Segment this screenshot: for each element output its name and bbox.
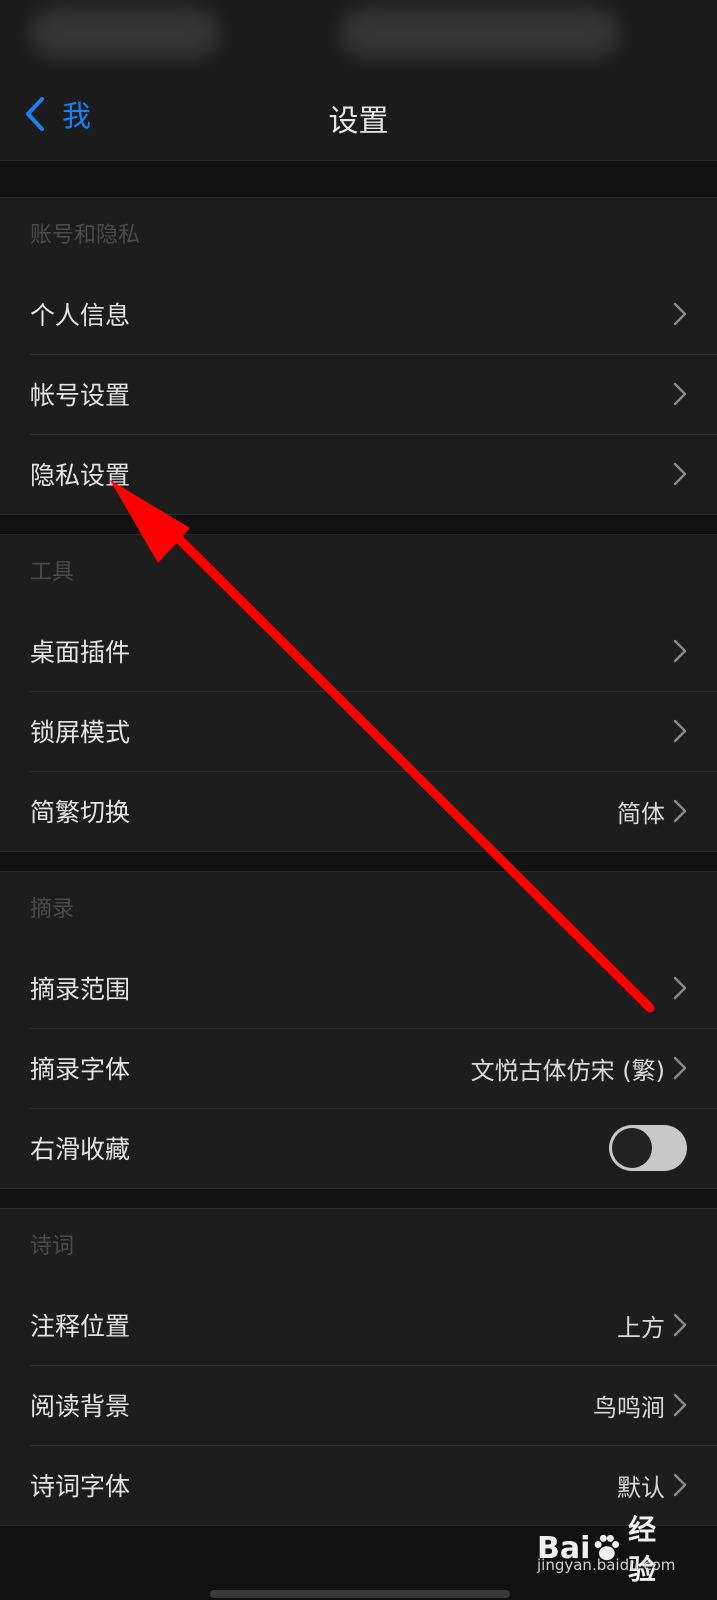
page-title: 设置 [328,104,389,139]
watermark-brand-right: 经验 [628,1513,657,1586]
row-value: 默认 [617,1473,665,1502]
section-header: 摘录 [30,897,75,922]
section-poetry: 诗词 注释位置 上方 阅读背景 鸟鸣涧 诗词字体 默认 [0,1208,717,1526]
row-label: 桌面插件 [30,638,131,667]
row-privacy-settings[interactable]: 隐私设置 [0,434,717,514]
row-lock-screen-mode[interactable]: 锁屏模式 [0,691,717,771]
swipe-favorite-toggle[interactable] [609,1125,687,1171]
chevron-right-icon [673,462,687,486]
row-label: 简繁切换 [30,798,131,827]
section-excerpt: 摘录 摘录范围 摘录字体 文悦古体仿宋 (繁) 右滑收藏 [0,871,717,1189]
row-account-settings[interactable]: 帐号设置 [0,354,717,434]
chevron-right-icon [673,1313,687,1337]
watermark-logo: Bai 经验 [537,1508,677,1588]
section-account-privacy: 账号和隐私 个人信息 帐号设置 隐私设置 [0,197,717,515]
baidu-jingyan-watermark: Bai 经验 jingyan.baidu.com [537,1508,677,1594]
row-excerpt-range[interactable]: 摘录范围 [0,948,717,1028]
navigation-bar: 我 设置 [0,68,717,161]
row-label: 锁屏模式 [30,718,131,747]
chevron-right-icon [673,639,687,663]
section-header: 账号和隐私 [30,223,141,248]
row-personal-info[interactable]: 个人信息 [0,274,717,354]
row-label: 个人信息 [30,301,131,330]
row-value: 上方 [617,1313,665,1342]
chevron-right-icon [673,799,687,823]
row-label: 诗词字体 [30,1472,131,1501]
section-tools: 工具 桌面插件 锁屏模式 简繁切换 简体 [0,534,717,852]
chevron-right-icon [673,382,687,406]
row-value: 文悦古体仿宋 (繁) [470,1056,665,1085]
row-label: 帐号设置 [30,381,131,410]
chevron-right-icon [673,1473,687,1497]
row-desktop-widget[interactable]: 桌面插件 [0,611,717,691]
row-value: 鸟鸣涧 [593,1393,665,1422]
section-header: 工具 [30,560,75,585]
blurred-status-right [340,8,620,58]
row-label: 隐私设置 [30,461,131,490]
watermark-url: jingyan.baidu.com [537,1556,676,1574]
row-script-switch[interactable]: 简繁切换 简体 [0,771,717,851]
row-label: 摘录范围 [30,975,131,1004]
status-bar [0,0,717,68]
row-annotation-position[interactable]: 注释位置 上方 [0,1285,717,1365]
row-label: 摘录字体 [30,1055,131,1084]
row-label: 阅读背景 [30,1392,131,1421]
row-label: 注释位置 [30,1312,131,1341]
row-reading-background[interactable]: 阅读背景 鸟鸣涧 [0,1365,717,1445]
chevron-right-icon [673,1393,687,1417]
chevron-right-icon [673,1056,687,1080]
section-header: 诗词 [30,1234,75,1259]
row-swipe-right-favorite: 右滑收藏 [0,1108,717,1188]
toggle-knob [612,1128,652,1168]
row-value: 简体 [617,799,665,828]
row-label: 右滑收藏 [30,1135,131,1164]
chevron-right-icon [673,976,687,1000]
home-indicator [210,1590,510,1598]
row-excerpt-font[interactable]: 摘录字体 文悦古体仿宋 (繁) [0,1028,717,1108]
blurred-status-left [30,8,220,58]
chevron-right-icon [673,719,687,743]
chevron-right-icon [673,302,687,326]
